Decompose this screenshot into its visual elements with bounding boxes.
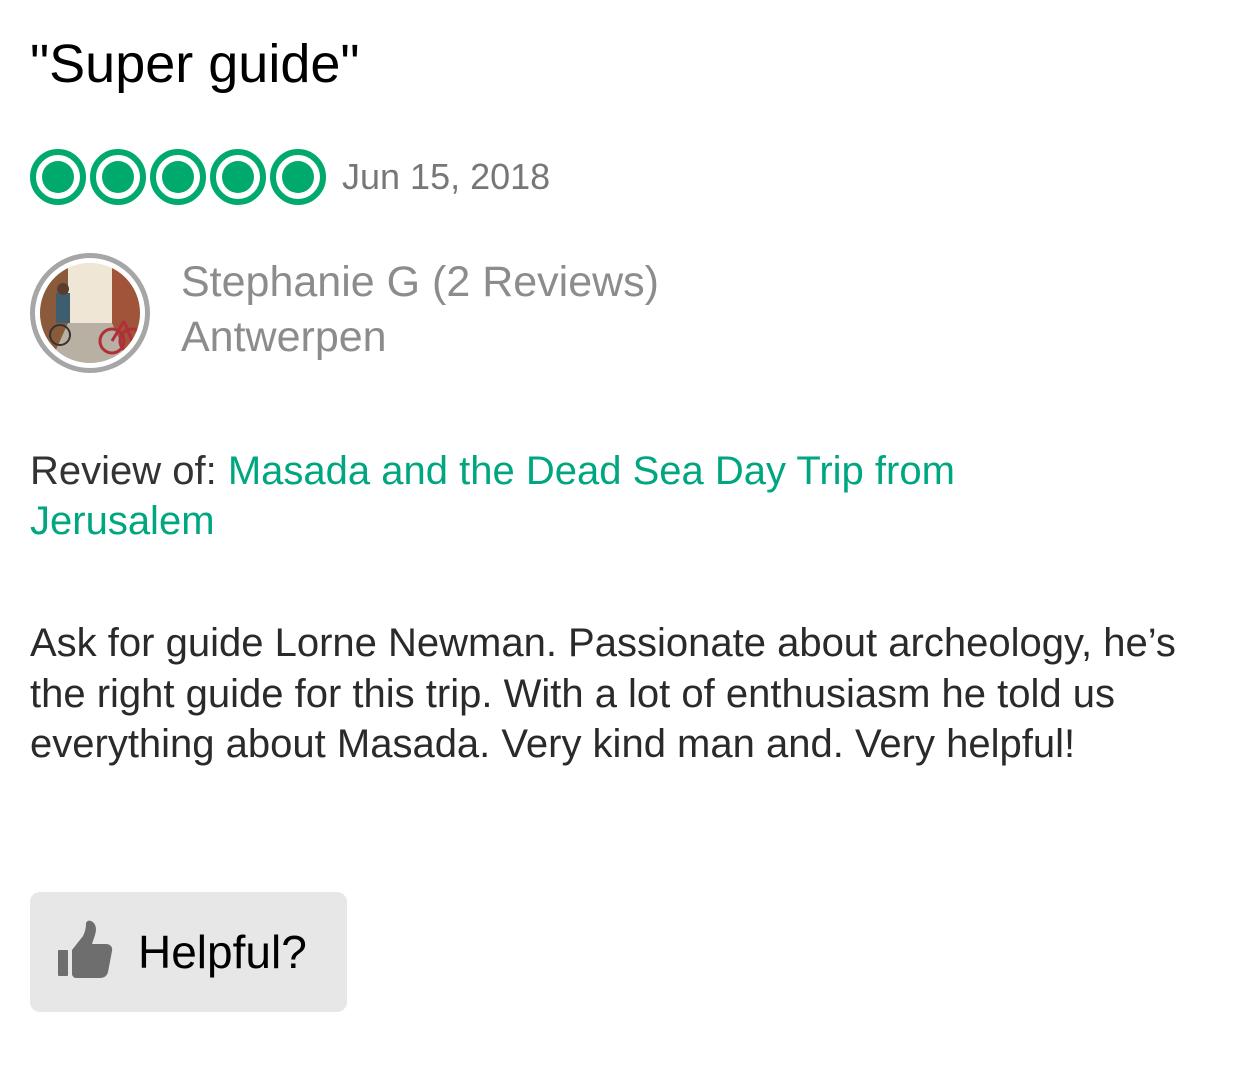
rating-row: Jun 15, 2018 bbox=[30, 146, 550, 208]
reviewer-info: Stephanie G (2 Reviews) Antwerpen bbox=[181, 255, 659, 365]
review-text: Ask for guide Lorne Newman. Passionate a… bbox=[30, 621, 1176, 766]
review-of: Review of: Masada and the Dead Sea Day T… bbox=[30, 446, 1030, 546]
reviewer-avatar[interactable] bbox=[30, 253, 150, 373]
reviewer-location: Antwerpen bbox=[181, 313, 387, 361]
rating-bubble-icon bbox=[90, 149, 146, 205]
helpful-button[interactable]: Helpful? bbox=[30, 892, 347, 1012]
helpful-label: Helpful? bbox=[138, 926, 307, 978]
rating-bubble-icon bbox=[270, 149, 326, 205]
avatar-photo bbox=[40, 263, 140, 363]
review-date: Jun 15, 2018 bbox=[342, 156, 551, 197]
reviewer-name[interactable]: Stephanie G (2 Reviews) bbox=[181, 255, 659, 310]
rating-bubble-icon bbox=[30, 149, 86, 205]
rating-bubble-icon bbox=[150, 149, 206, 205]
rating-bubbles bbox=[30, 149, 330, 205]
review-title: "Super guide" bbox=[30, 34, 360, 94]
thumbs-up-icon bbox=[56, 920, 114, 984]
rating-bubble-icon bbox=[210, 149, 266, 205]
review-of-label: Review of: bbox=[30, 449, 228, 493]
